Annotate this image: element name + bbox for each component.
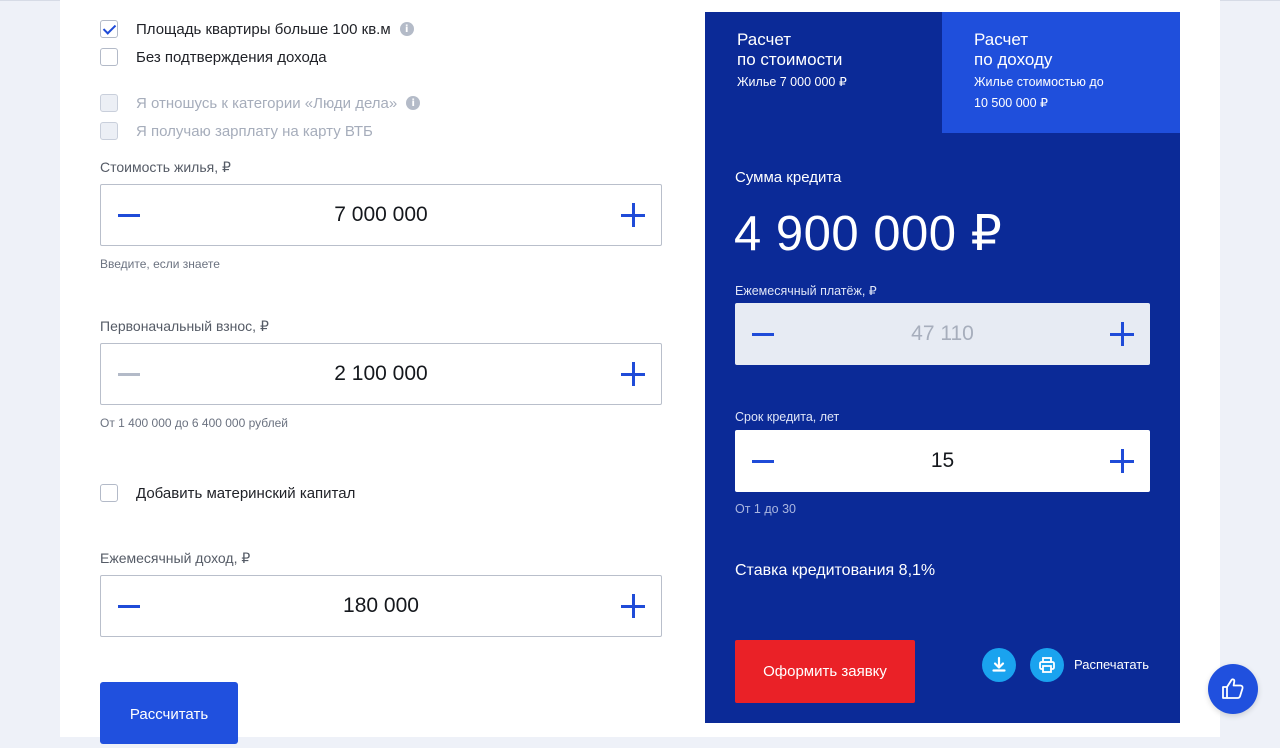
checkbox-row-no-income-proof[interactable]: Без подтверждения дохода: [100, 47, 327, 67]
loan-term-hint: От 1 до 30: [735, 502, 796, 516]
property-cost-hint: Введите, если знаете: [100, 257, 220, 271]
monthly-payment-label: Ежемесячный платёж, ₽: [735, 284, 877, 298]
checkbox-row-vtb-salary: Я получаю зарплату на карту ВТБ: [100, 121, 373, 141]
apply-button[interactable]: Оформить заявку: [735, 640, 915, 703]
down-payment-minus-button[interactable]: [101, 344, 157, 404]
checkbox-vtb-salary: [100, 122, 118, 140]
down-payment-label: Первоначальный взнос, ₽: [100, 318, 269, 334]
print-icon[interactable]: [1030, 648, 1064, 682]
calculate-button[interactable]: Рассчитать: [100, 682, 238, 744]
tab-by-income-subtitle-line1: Жилье стоимостью до: [974, 75, 1104, 89]
loan-sum-value: 4 900 000 ₽: [734, 207, 1003, 261]
checkbox-label-large-area: Площадь квартиры больше 100 кв.м: [136, 20, 391, 38]
checkbox-label-maternity-capital: Добавить материнский капитал: [136, 484, 356, 502]
property-cost-plus-button[interactable]: [605, 185, 661, 245]
monthly-income-input[interactable]: 180 000: [157, 594, 605, 618]
plus-icon: [1110, 322, 1134, 346]
info-icon[interactable]: i: [406, 96, 421, 110]
checkbox-large-area[interactable]: [100, 20, 118, 38]
tab-by-cost-subtitle: Жилье 7 000 000 ₽: [737, 75, 847, 89]
down-payment-stepper: 2 100 000: [100, 343, 662, 405]
monthly-payment-input: 47 110: [911, 322, 974, 345]
property-cost-label: Стоимость жилья, ₽: [100, 159, 231, 175]
monthly-payment-minus-button[interactable]: [735, 304, 791, 364]
minus-icon: [752, 332, 774, 336]
checkbox-business-people: [100, 94, 118, 112]
checkbox-no-income-proof[interactable]: [100, 48, 118, 66]
monthly-payment-stepper: 47 110: [735, 303, 1150, 365]
property-cost-minus-button[interactable]: [101, 185, 157, 245]
minus-icon: [118, 213, 140, 217]
tab-by-income[interactable]: Расчет по доходу Жилье стоимостью до 10 …: [942, 12, 1180, 133]
plus-icon: [621, 594, 645, 618]
tab-by-cost-title-line2: по стоимости: [737, 50, 843, 69]
monthly-payment-plus-button[interactable]: [1094, 304, 1150, 364]
result-panel: Расчет по стоимости Жилье 7 000 000 ₽ Ра…: [705, 12, 1180, 723]
checkbox-maternity-capital[interactable]: [100, 484, 118, 502]
print-link[interactable]: Распечатать: [1074, 657, 1149, 672]
property-cost-stepper: 7 000 000: [100, 184, 662, 246]
loan-term-input[interactable]: 15: [791, 449, 1094, 473]
loan-term-stepper: 15: [735, 430, 1150, 492]
checkbox-label-vtb-salary: Я получаю зарплату на карту ВТБ: [136, 122, 373, 140]
monthly-income-plus-button[interactable]: [605, 576, 661, 636]
tab-by-income-subtitle-line2: 10 500 000 ₽: [974, 96, 1048, 110]
tab-by-cost[interactable]: Расчет по стоимости Жилье 7 000 000 ₽: [705, 12, 942, 133]
feedback-button[interactable]: [1208, 664, 1258, 714]
tab-by-cost-title-line1: Расчет: [737, 30, 792, 49]
info-icon[interactable]: i: [399, 22, 414, 36]
monthly-income-stepper: 180 000: [100, 575, 662, 637]
minus-icon: [118, 604, 140, 608]
checkbox-label-no-income-proof: Без подтверждения дохода: [136, 48, 327, 66]
checkbox-row-business-people: Я отношусь к категории «Люди дела» i: [100, 93, 421, 113]
property-cost-input[interactable]: 7 000 000: [157, 203, 605, 227]
checkbox-row-large-area[interactable]: Площадь квартиры больше 100 кв.м i: [100, 19, 414, 39]
down-payment-input[interactable]: 2 100 000: [157, 362, 605, 386]
checkbox-row-maternity-capital[interactable]: Добавить материнский капитал: [100, 483, 355, 503]
tab-by-income-title-line1: Расчет: [974, 30, 1029, 49]
plus-icon: [621, 203, 645, 227]
tab-by-income-title-line2: по доходу: [974, 50, 1053, 69]
interest-rate-text: Ставка кредитования 8,1%: [735, 562, 936, 579]
loan-term-plus-button[interactable]: [1094, 431, 1150, 491]
monthly-income-label: Ежемесячный доход, ₽: [100, 550, 251, 566]
loan-sum-label: Сумма кредита: [735, 169, 842, 186]
monthly-income-minus-button[interactable]: [101, 576, 157, 636]
plus-icon: [1110, 449, 1134, 473]
minus-icon: [752, 459, 774, 463]
checkbox-label-business-people: Я отношусь к категории «Люди дела»: [136, 94, 398, 112]
plus-icon: [621, 362, 645, 386]
thumbs-up-icon: [1222, 678, 1244, 699]
download-icon[interactable]: [982, 648, 1016, 682]
down-payment-plus-button[interactable]: [605, 344, 661, 404]
loan-term-label: Срок кредита, лет: [735, 410, 840, 424]
minus-icon: [118, 372, 140, 376]
down-payment-hint: От 1 400 000 до 6 400 000 рублей: [100, 416, 288, 430]
loan-term-minus-button[interactable]: [735, 431, 791, 491]
